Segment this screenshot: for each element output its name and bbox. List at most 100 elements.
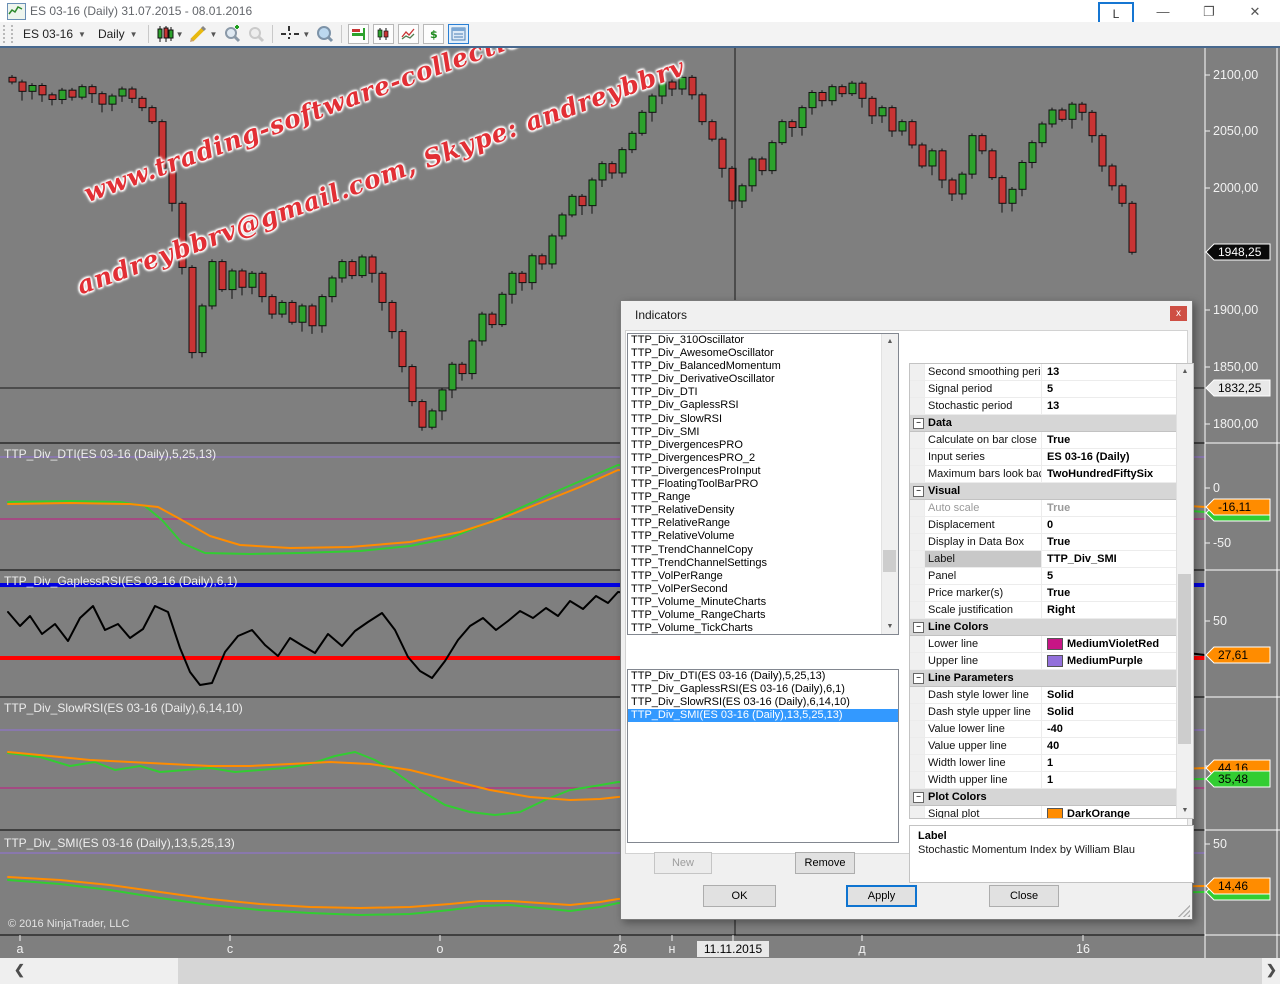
property-value[interactable]: MediumPurple [1042,653,1178,669]
collapse-icon[interactable]: − [913,418,924,429]
property-category-row[interactable]: −Plot Colors [910,789,1178,806]
property-category-row[interactable]: −Data [910,415,1178,432]
property-row[interactable]: Auto scaleTrue [910,500,1178,517]
collapse-icon[interactable]: − [913,792,924,803]
indicator-list-item[interactable]: TTP_RelativeRange [628,517,898,530]
scrollbar-thumb[interactable] [1178,574,1191,744]
property-value[interactable]: DarkOrange [1042,806,1178,819]
indicator-list-item[interactable]: TTP_DivergencesPRO_2 [628,452,898,465]
property-row[interactable]: Scale justificationRight [910,602,1178,619]
property-value[interactable]: 40 [1042,738,1178,754]
scroll-down-icon[interactable]: ▼ [1177,803,1193,818]
property-row[interactable]: Input seriesES 03-16 (Daily) [910,449,1178,466]
property-row[interactable]: Dash style lower lineSolid [910,687,1178,704]
property-grid[interactable]: Second smoothing period13Signal period5S… [909,363,1194,819]
data-box-button[interactable] [313,24,337,44]
property-row[interactable]: Signal plotDarkOrange [910,806,1178,819]
property-category-row[interactable]: −Line Colors [910,619,1178,636]
indicator-list-item[interactable]: TTP_Div_SlowRSI [628,413,898,426]
property-row[interactable]: Displacement0 [910,517,1178,534]
property-row[interactable]: LabelTTP_Div_SMI [910,551,1178,568]
toolbar-grip[interactable] [3,25,13,43]
remove-button[interactable]: Remove [795,852,855,874]
link-button[interactable]: L [1098,2,1134,24]
collapse-icon[interactable]: − [913,673,924,684]
close-window-button[interactable]: ✕ [1232,0,1278,24]
drawing-tools-button[interactable]: ▼ [186,24,220,44]
property-row[interactable]: Stochastic period13 [910,398,1178,415]
property-category-row[interactable]: −Visual [910,483,1178,500]
property-category-row[interactable]: −Line Parameters [910,670,1178,687]
account-button[interactable]: $ [423,24,444,44]
property-value[interactable]: TTP_Div_SMI [1042,551,1178,567]
property-row[interactable]: Dash style upper lineSolid [910,704,1178,721]
property-row[interactable]: Width lower line1 [910,755,1178,772]
property-value[interactable]: ES 03-16 (Daily) [1042,449,1178,465]
property-row[interactable]: Calculate on bar closeTrue [910,432,1178,449]
indicator-list-item[interactable]: TTP_Div_SMI [628,426,898,439]
property-value[interactable]: 5 [1042,568,1178,584]
property-value[interactable]: 1 [1042,772,1178,788]
interval-selector[interactable]: Daily ▼ [92,25,144,43]
property-value[interactable]: 13 [1042,364,1178,380]
indicator-list-item[interactable]: TTP_TrendChannelCopy [628,544,898,557]
scrollbar-thumb[interactable] [178,958,1262,984]
property-value[interactable]: True [1042,534,1178,550]
indicator-list-item[interactable]: TTP_Range [628,491,898,504]
minimize-button[interactable]: — [1140,0,1186,24]
horizontal-scrollbar[interactable]: ❮ ❯ [0,958,1280,984]
indicator-list-item[interactable]: TTP_Div_DerivativeOscillator [628,373,898,386]
indicator-list-item[interactable]: TTP_Volume_MinuteCharts [628,596,898,609]
ok-button[interactable]: OK [703,885,776,907]
property-value[interactable]: MediumVioletRed [1042,636,1178,652]
dialog-close-action-button[interactable]: Close [989,885,1059,907]
chart-style-button[interactable]: ▼ [153,24,187,44]
property-value[interactable]: TwoHundredFiftySix [1042,466,1178,482]
indicator-list-item[interactable]: TTP_Div_GaplessRSI [628,399,898,412]
market-analyzer-button[interactable] [398,24,419,44]
indicator-list-item[interactable]: TTP_Volume_RangeCharts [628,609,898,622]
property-row[interactable]: Maximum bars look backTwoHundredFiftySix [910,466,1178,483]
property-row[interactable]: Signal period5 [910,381,1178,398]
dialog-close-button[interactable]: x [1170,306,1187,321]
configured-indicator-item[interactable]: TTP_Div_SMI(ES 03-16 (Daily),13,5,25,13) [628,709,898,722]
indicator-list-item[interactable]: TTP_Div_BalancedMomentum [628,360,898,373]
zoom-out-button[interactable] [244,24,268,44]
configured-indicator-item[interactable]: TTP_Div_GaplessRSI(ES 03-16 (Daily),6,1) [628,683,898,696]
scroll-down-icon[interactable]: ▼ [882,619,898,634]
property-value[interactable]: Solid [1042,704,1178,720]
collapse-icon[interactable]: − [913,622,924,633]
property-row[interactable]: Width upper line1 [910,772,1178,789]
indicator-list-item[interactable]: TTP_Div_DTI [628,386,898,399]
propgrid-vertical-scrollbar[interactable]: ▲ ▼ [1176,364,1193,818]
property-value[interactable]: Right [1042,602,1178,618]
property-row[interactable]: Price marker(s)True [910,585,1178,602]
indicator-list-item[interactable]: TTP_Div_AwesomeOscillator [628,347,898,360]
configured-indicators-list[interactable]: TTP_Div_DTI(ES 03-16 (Daily),5,25,13)TTP… [627,669,899,843]
bars-style-button[interactable] [373,24,394,44]
indicator-list-item[interactable]: TTP_FloatingToolBarPRO [628,478,898,491]
property-value[interactable]: True [1042,432,1178,448]
zoom-in-button[interactable] [220,24,244,44]
property-value[interactable]: True [1042,500,1178,516]
resize-grip[interactable] [1178,905,1190,917]
property-value[interactable]: True [1042,585,1178,601]
dialog-title-bar[interactable]: Indicators x [621,301,1192,329]
property-row[interactable]: Second smoothing period13 [910,364,1178,381]
collapse-icon[interactable]: − [913,486,924,497]
scroll-up-icon[interactable]: ▲ [882,334,898,349]
property-row[interactable]: Lower lineMediumVioletRed [910,636,1178,653]
indicator-list-item[interactable]: TTP_DivergencesPRO [628,439,898,452]
property-row[interactable]: Value lower line-40 [910,721,1178,738]
indicator-list-item[interactable]: TTP_TrendChannelSettings [628,557,898,570]
apply-button[interactable]: Apply [846,885,917,907]
property-value[interactable]: 5 [1042,381,1178,397]
indicators-button[interactable] [448,24,469,44]
indicator-list-item[interactable]: TTP_RelativeVolume [628,530,898,543]
configured-indicator-item[interactable]: TTP_Div_DTI(ES 03-16 (Daily),5,25,13) [628,670,898,683]
available-indicators-list[interactable]: TTP_Div_310OscillatorTTP_Div_AwesomeOsci… [627,333,899,635]
scroll-left-icon[interactable]: ❮ [14,962,25,978]
property-value[interactable]: 13 [1042,398,1178,414]
property-row[interactable]: Display in Data BoxTrue [910,534,1178,551]
property-row[interactable]: Upper lineMediumPurple [910,653,1178,670]
